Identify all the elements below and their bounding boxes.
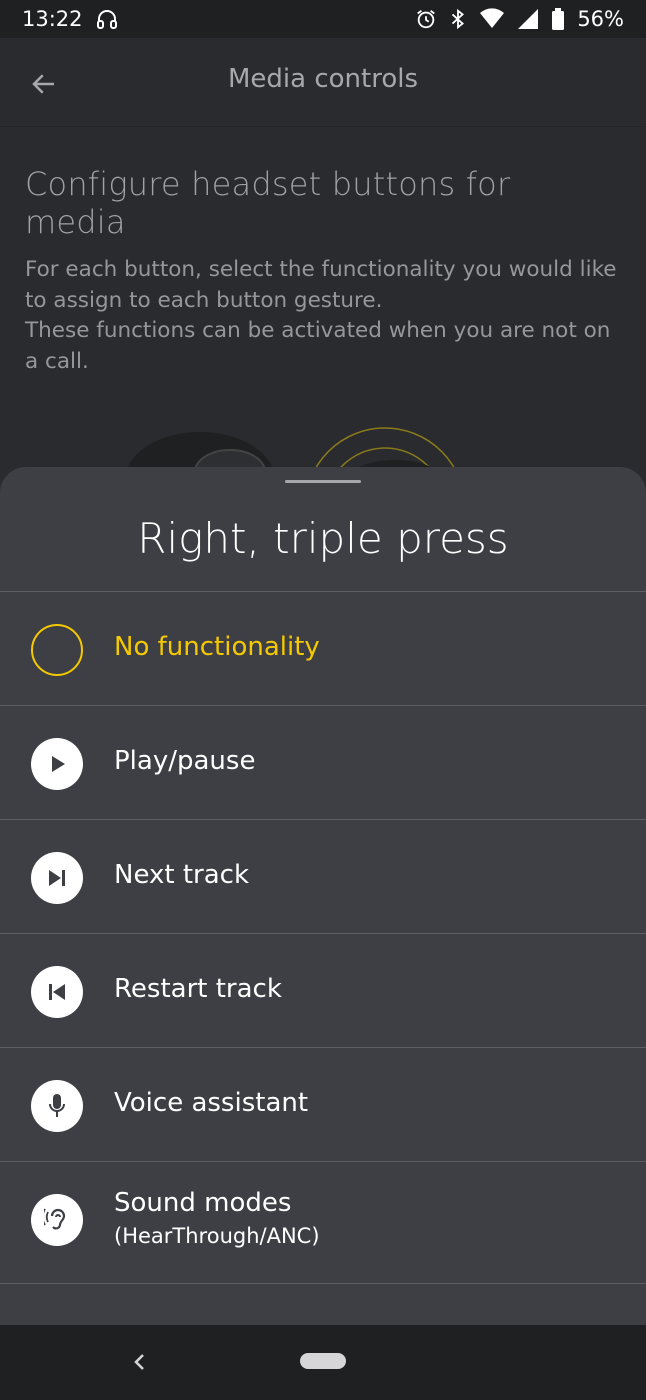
option-play-pause[interactable]: Play/pause bbox=[0, 705, 646, 819]
battery-icon bbox=[551, 8, 565, 30]
drag-handle[interactable] bbox=[285, 480, 361, 483]
empty-radio-icon bbox=[31, 624, 83, 676]
option-restart-track[interactable]: Restart track bbox=[0, 933, 646, 1047]
wifi-icon bbox=[479, 8, 505, 30]
app-bar: Media controls bbox=[0, 38, 646, 127]
option-sublabel: (HearThrough/ANC) bbox=[114, 1224, 320, 1248]
battery-percent: 56% bbox=[577, 7, 624, 31]
option-label: Next track bbox=[114, 860, 250, 890]
description-line-2: These functions can be activated when yo… bbox=[25, 318, 611, 374]
page-title: Media controls bbox=[227, 64, 419, 94]
option-voice-assistant[interactable]: Voice assistant bbox=[0, 1047, 646, 1161]
config-description: For each button, select the functionalit… bbox=[25, 255, 621, 377]
bluetooth-icon bbox=[449, 8, 467, 30]
option-label: Sound modes bbox=[114, 1188, 292, 1218]
nav-back-button[interactable] bbox=[128, 1350, 152, 1374]
headphones-icon bbox=[95, 7, 119, 31]
option-next-track[interactable]: Next track bbox=[0, 819, 646, 933]
description-line-1: For each button, select the functionalit… bbox=[25, 257, 617, 313]
play-icon bbox=[31, 738, 83, 790]
option-no-functionality[interactable]: No functionality bbox=[0, 591, 646, 705]
options-list: No functionality Play/pause Next track R… bbox=[0, 591, 646, 1284]
bottom-sheet: Right, triple press No functionality Pla… bbox=[0, 467, 646, 1325]
status-time: 13:22 bbox=[22, 7, 83, 31]
background-content: Configure headset buttons for media For … bbox=[25, 165, 621, 377]
restart-track-icon bbox=[31, 966, 83, 1018]
microphone-icon bbox=[31, 1080, 83, 1132]
signal-icon bbox=[517, 8, 539, 30]
ear-icon bbox=[31, 1194, 83, 1246]
sheet-title: Right, triple press bbox=[137, 514, 509, 563]
option-label: Voice assistant bbox=[114, 1088, 309, 1118]
alarm-icon bbox=[415, 8, 437, 30]
option-label: No functionality bbox=[114, 632, 320, 662]
status-bar: 13:22 56% bbox=[0, 0, 646, 38]
option-label: Restart track bbox=[114, 974, 282, 1004]
nav-home-button[interactable] bbox=[300, 1353, 346, 1369]
next-track-icon bbox=[31, 852, 83, 904]
chevron-left-icon bbox=[134, 1354, 144, 1370]
navigation-bar bbox=[0, 1325, 646, 1400]
option-label: Play/pause bbox=[114, 746, 256, 776]
option-sound-modes[interactable]: Sound modes (HearThrough/ANC) bbox=[0, 1161, 646, 1284]
config-heading: Configure headset buttons for media bbox=[25, 165, 511, 241]
